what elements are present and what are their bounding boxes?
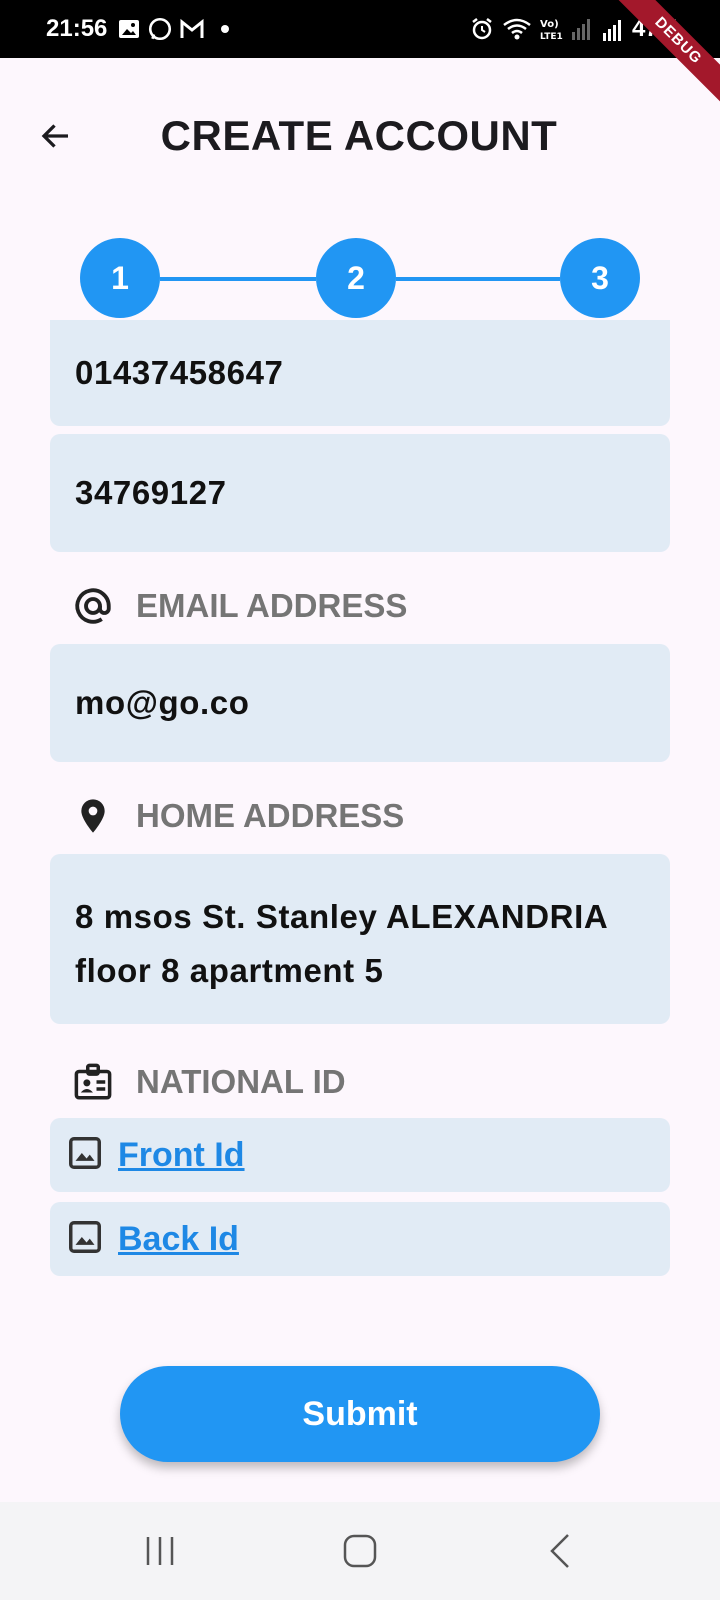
lte-signal-icon: Vo) LTE1 <box>540 19 590 42</box>
secondary-phone-field[interactable]: 34769127 <box>50 434 670 552</box>
home-button[interactable] <box>330 1521 390 1581</box>
front-id-link[interactable]: Front Id <box>118 1136 245 1175</box>
stepper: 1 2 3 <box>80 238 640 320</box>
svg-text:LTE1: LTE1 <box>540 32 563 42</box>
phone-field[interactable]: 01437458647 <box>50 320 670 426</box>
step-3[interactable]: 3 <box>560 238 640 318</box>
step-connector <box>160 277 316 281</box>
signal-icon <box>602 20 621 41</box>
home-label-row: HOME ADDRESS <box>72 795 404 837</box>
email-field[interactable]: mo@go.co <box>50 644 670 762</box>
whatsapp-icon <box>149 17 172 41</box>
recent-apps-button[interactable] <box>130 1521 190 1581</box>
svg-text:Vo): Vo) <box>540 19 559 30</box>
status-time: 21:56 <box>46 15 108 42</box>
email-label-row: EMAIL ADDRESS <box>72 585 407 627</box>
home-address-field[interactable]: 8 msos St. Stanley ALEXANDRIA floor 8 ap… <box>50 854 670 1024</box>
step-connector <box>396 277 560 281</box>
system-nav-bar <box>0 1502 720 1600</box>
step-2[interactable]: 2 <box>316 238 396 318</box>
home-icon <box>343 1534 377 1568</box>
chevron-left-icon <box>550 1534 569 1568</box>
step-1[interactable]: 1 <box>80 238 160 318</box>
alarm-icon <box>472 18 492 40</box>
home-address-line-2: floor 8 apartment 5 <box>75 952 384 989</box>
wifi-icon <box>503 18 531 40</box>
national-id-label: NATIONAL ID <box>136 1063 346 1100</box>
email-value: mo@go.co <box>75 684 250 721</box>
home-address-line-1: 8 msos St. Stanley ALEXANDRIA <box>75 898 609 935</box>
image-icon <box>66 1134 104 1177</box>
image-icon <box>66 1218 104 1261</box>
gallery-icon <box>119 20 140 38</box>
front-id-upload[interactable]: Front Id <box>50 1118 670 1192</box>
back-id-upload[interactable]: Back Id <box>50 1202 670 1276</box>
system-back-button[interactable] <box>530 1521 590 1581</box>
status-bar: 21:56 Vo)LTE1 47% <box>0 0 720 58</box>
secondary-phone-value: 34769127 <box>75 474 227 511</box>
location-pin-icon <box>72 795 114 837</box>
home-label: HOME ADDRESS <box>136 797 405 834</box>
phone-value: 01437458647 <box>75 354 284 391</box>
page-title: CREATE ACCOUNT <box>160 112 558 159</box>
recent-apps-icon <box>146 1537 174 1565</box>
notification-dot <box>221 25 230 33</box>
at-sign-icon <box>72 585 114 627</box>
back-id-link[interactable]: Back Id <box>118 1220 239 1259</box>
submit-button[interactable]: Submit <box>120 1366 600 1462</box>
gmail-icon <box>180 18 204 38</box>
national-id-label-row: NATIONAL ID <box>72 1061 346 1103</box>
email-label: EMAIL ADDRESS <box>136 587 408 624</box>
id-badge-icon <box>72 1061 114 1103</box>
